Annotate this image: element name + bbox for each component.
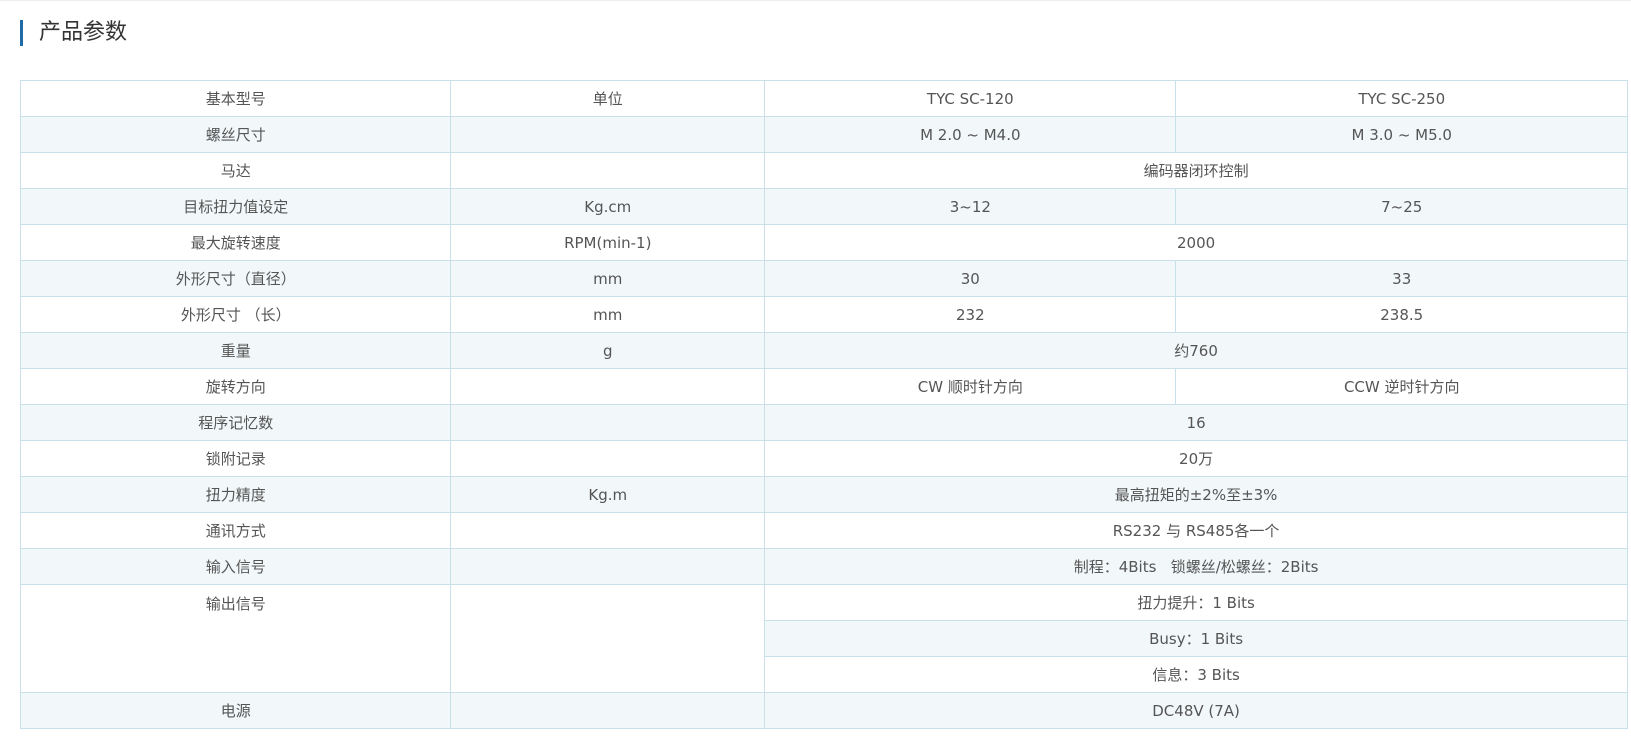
table-row: 通讯方式 RS232 与 RS485各一个: [19, 512, 1628, 549]
header-unit-cell: 单位: [450, 80, 766, 117]
row-name-cell: 目标扭力值设定: [19, 188, 452, 225]
table-row: 锁附记录 20万: [19, 440, 1628, 477]
header-model-a-cell: TYC SC-120: [764, 80, 1177, 117]
row-unit-cell: [450, 512, 766, 549]
row-name-cell: 锁附记录: [19, 440, 452, 477]
row-name-cell: 马达: [19, 152, 452, 189]
header-model-b-cell: TYC SC-250: [1175, 80, 1628, 117]
header-name-cell: 基本型号: [19, 80, 452, 117]
section-title: 产品参数: [20, 20, 127, 46]
table-row: 外形尺寸 （长） mm 232 238.5: [19, 296, 1628, 333]
row-unit-cell: [450, 548, 766, 585]
table-row: 目标扭力值设定 Kg.cm 3~12 7~25: [19, 188, 1628, 225]
row-name-cell: 螺丝尺寸: [19, 116, 452, 153]
row-unit-cell: RPM(min-1): [450, 224, 766, 261]
row-unit-cell: mm: [450, 296, 766, 333]
table-row: 扭力精度 Kg.m 最高扭矩的±2%至±3%: [19, 476, 1628, 513]
row-value-cell: DC48V (7A): [764, 692, 1628, 729]
row-name-cell: 电源: [19, 692, 452, 729]
row-unit-cell: [450, 692, 766, 729]
table-row: 旋转方向 CW 顺时针方向 CCW 逆时针方向: [19, 368, 1628, 405]
row-name-cell: 旋转方向: [19, 368, 452, 405]
row-value-cell: 20万: [764, 440, 1628, 477]
row-name-cell: 外形尺寸（直径）: [19, 260, 452, 297]
table-row: 基本型号 单位 TYC SC-120 TYC SC-250: [19, 80, 1628, 117]
row-value-b-cell: 7~25: [1175, 188, 1628, 225]
row-value-cell: 制程：4Bits 锁螺丝/松螺丝：2Bits: [764, 548, 1628, 585]
output-value-cell: Busy：1 Bits: [764, 620, 1628, 657]
row-unit-cell: [450, 368, 766, 405]
row-unit-cell: Kg.cm: [450, 188, 766, 225]
row-value-b-cell: 238.5: [1175, 296, 1628, 333]
table-row: 最大旋转速度 RPM(min-1) 2000: [19, 224, 1628, 261]
row-value-a-cell: 30: [764, 260, 1177, 297]
row-value-cell: 编码器闭环控制: [764, 152, 1628, 189]
row-value-cell: RS232 与 RS485各一个: [764, 512, 1628, 549]
row-unit-cell: Kg.m: [450, 476, 766, 513]
table-row: 重量 g 约760: [19, 332, 1628, 369]
row-unit-cell: g: [450, 332, 766, 369]
row-unit-cell: [450, 116, 766, 153]
table-row: 螺丝尺寸 M 2.0 ~ M4.0 M 3.0 ~ M5.0: [19, 116, 1628, 153]
row-value-a-cell: 232: [764, 296, 1177, 333]
row-name-cell: 输出信号: [19, 584, 452, 693]
row-value-a-cell: 3~12: [764, 188, 1177, 225]
row-name-cell: 重量: [19, 332, 452, 369]
output-value-cell: 扭力提升：1 Bits: [764, 584, 1628, 621]
page: 产品参数 基本型号 单位 TYC SC-120 TYC SC-250 螺丝尺寸 …: [0, 0, 1631, 746]
row-name-cell: 输入信号: [19, 548, 452, 585]
row-value-b-cell: CCW 逆时针方向: [1175, 368, 1628, 405]
row-value-b-cell: M 3.0 ~ M5.0: [1175, 116, 1628, 153]
row-name-cell: 程序记忆数: [19, 404, 452, 441]
row-name-cell: 最大旋转速度: [19, 224, 452, 261]
row-unit-cell: [450, 404, 766, 441]
table-row: 程序记忆数 16: [19, 404, 1628, 441]
row-value-cell: 约760: [764, 332, 1628, 369]
row-value-a-cell: CW 顺时针方向: [764, 368, 1177, 405]
row-value-cell: 最高扭矩的±2%至±3%: [764, 476, 1628, 513]
row-value-cell: 2000: [764, 224, 1628, 261]
row-value-a-cell: M 2.0 ~ M4.0: [764, 116, 1177, 153]
row-name-cell: 外形尺寸 （长）: [19, 296, 452, 333]
row-unit-cell: [450, 584, 766, 693]
row-name-cell: 扭力精度: [19, 476, 452, 513]
row-name-cell: 通讯方式: [19, 512, 452, 549]
row-unit-cell: [450, 152, 766, 189]
table-row: 输入信号 制程：4Bits 锁螺丝/松螺丝：2Bits: [19, 548, 1628, 585]
params-table: 基本型号 单位 TYC SC-120 TYC SC-250 螺丝尺寸 M 2.0…: [19, 80, 1628, 729]
table-row: 马达 编码器闭环控制: [19, 152, 1628, 189]
table-row: 输出信号 扭力提升：1 Bits: [19, 584, 1628, 693]
row-unit-cell: mm: [450, 260, 766, 297]
table-row: 外形尺寸（直径） mm 30 33: [19, 260, 1628, 297]
row-value-b-cell: 33: [1175, 260, 1628, 297]
row-value-cell: 16: [764, 404, 1628, 441]
output-value-cell: 信息：3 Bits: [764, 656, 1628, 693]
top-divider: [0, 0, 1631, 1]
table-row: 电源 DC48V (7A): [19, 692, 1628, 729]
row-unit-cell: [450, 440, 766, 477]
